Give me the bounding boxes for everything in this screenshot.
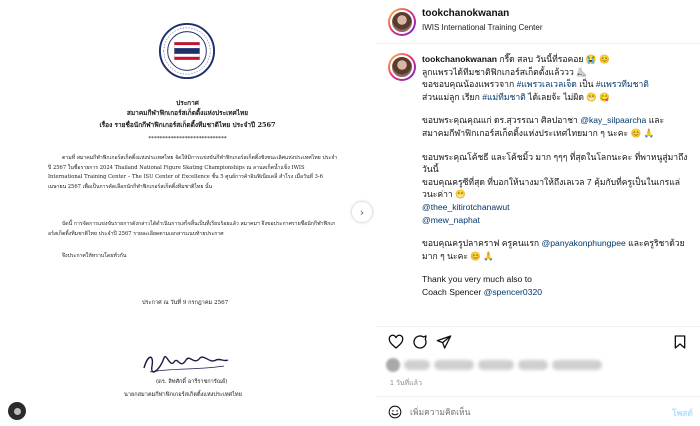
post-comment-button[interactable]: โพสต์ <box>672 406 693 420</box>
caption-username[interactable]: tookchanokwanan <box>422 54 497 64</box>
signature-image <box>143 355 229 373</box>
caption-line: ส่วนแม่ลูก เรียก <box>422 91 483 102</box>
caption-line: เป็น <box>576 79 596 90</box>
author-username[interactable]: tookchanokwanan <box>422 8 509 19</box>
post-image: ประกาศ สมาคมกีฬาฟิกเกอร์สเก็ตติ้งแห่งประ… <box>0 0 375 426</box>
association-seal-icon <box>158 22 216 80</box>
caption-line: กรี๊ด สลบ วันนี้ที่รอคอย 😭 😊 <box>499 54 610 64</box>
author-avatar[interactable] <box>388 8 416 36</box>
comment-icon[interactable] <box>412 334 428 350</box>
comment-composer: โพสต์ <box>376 396 700 426</box>
post-side-panel: tookchanokwanan IWIS International Train… <box>376 0 700 426</box>
doc-subject: เรื่อง รายชื่อนักกีฬาฟิกเกอร์สเก็ตติ้งที… <box>99 121 276 129</box>
share-icon[interactable] <box>436 334 452 350</box>
doc-paragraph-2: บัดนี้ การจัดการแข่งขันรายการดังกล่าวได้… <box>48 221 336 237</box>
caption-line: ขอบคุณครูปลาคราฟ ครูคนแรก <box>422 238 542 249</box>
hashtag-link[interactable]: #แพรวทีมชาติ <box>596 79 649 89</box>
bookmark-icon[interactable] <box>672 334 688 350</box>
caption-text: tookchanokwanan กรี๊ด สลบ วันนี้ที่รอคอย… <box>422 53 690 310</box>
caption-line: ลูกแพรวได้ทีมชาติฟิกเกอร์สเก็ตตั้งแล้ววว… <box>422 66 587 77</box>
post-header: tookchanokwanan IWIS International Train… <box>376 0 700 44</box>
post-date[interactable]: 1 วันที่แล้ว <box>390 378 422 389</box>
doc-paragraph-3: จึงประกาศให้ทราบโดยทั่วกัน <box>62 253 127 259</box>
chevron-right-icon: › <box>359 205 365 219</box>
doc-signer-title: นายกสมาคมกีฬาฟิกเกอร์สเก็ตติ้งแห่งประเทศ… <box>124 392 242 398</box>
caption-line: ขอบพระคุณโค้ชธี และโค้ชมิ้ว มาก ๆๆๆ ที่ส… <box>422 151 688 175</box>
caption-author-avatar[interactable] <box>388 53 416 81</box>
hashtag-link[interactable]: #แพรวเลเวลเจ็ด <box>517 79 577 89</box>
hashtag-link[interactable]: #แม่ทีมชาติ <box>482 92 526 102</box>
doc-divider: **************************** <box>148 136 227 142</box>
doc-heading: ประกาศ <box>176 99 199 107</box>
caption-line: ขอขอบคุณน้องแพรวจาก <box>422 79 515 90</box>
caption-line: Coach Spencer <box>422 286 484 297</box>
profile-nav-avatar[interactable] <box>8 402 26 420</box>
action-bar <box>376 326 700 356</box>
announcement-document: ประกาศ สมาคมกีฬาฟิกเกอร์สเก็ตติ้งแห่งประ… <box>0 0 375 426</box>
mention-link[interactable]: @panyakonphungpee <box>542 238 626 248</box>
heart-icon[interactable] <box>388 334 404 350</box>
emoji-icon[interactable] <box>388 405 402 419</box>
doc-association-name: สมาคมกีฬาฟิกเกอร์สเก็ตติ้งแห่งประเทศไทย <box>126 109 249 117</box>
doc-paragraph-1: ตามที่ สมาคมกีฬาฟิกเกอร์สเก็ตติ้งแห่งประ… <box>48 155 338 190</box>
doc-signer-name: (ดร. สิทศักดิ์ อารีราชการัณย์) <box>156 379 228 385</box>
next-image-button[interactable]: › <box>352 202 372 222</box>
likes-summary-redacted <box>386 356 686 374</box>
doc-date: ประกาศ ณ วันที่ 9 กรกฎาคม 2567 <box>142 300 229 306</box>
mention-link[interactable]: @kay_silpaarcha <box>580 115 646 125</box>
comment-input[interactable] <box>410 404 650 420</box>
caption-line: ขอบคุณครูซีที่สุด ที่บอกให้นางมาให้ถึงเล… <box>422 176 681 200</box>
caption-area: tookchanokwanan กรี๊ด สลบ วันนี้ที่รอคอย… <box>376 45 700 325</box>
post-location[interactable]: IWIS International Training Center <box>422 23 543 32</box>
mention-link[interactable]: @spencer0320 <box>484 287 542 297</box>
caption-line: ขอบพระคุณคุณแก่ ดร.สุวรรณา ศิลปอาชา <box>422 115 581 126</box>
mention-link[interactable]: @mew_naphat <box>422 215 480 225</box>
mention-link[interactable]: @thee_kitirotchanawut <box>422 202 510 212</box>
caption-line: ได้เลยจ้ะ ไม่ผิด 😁 😋 <box>525 91 611 102</box>
caption-line: Thank you very much also to <box>422 274 532 285</box>
